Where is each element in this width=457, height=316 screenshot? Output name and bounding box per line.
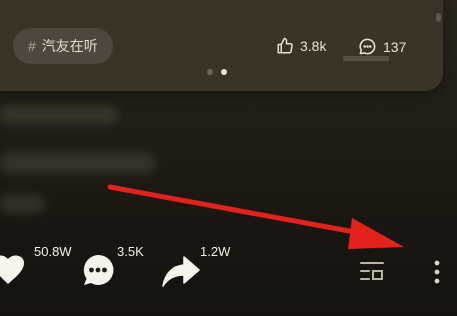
carousel-dot-active xyxy=(221,69,227,75)
blurred-text-line xyxy=(0,195,45,213)
heart-icon xyxy=(0,252,30,291)
chat-bubble-icon xyxy=(81,253,115,292)
video-feed-screen: # 汽友在听 3.8k 137 50.8W 3.5K 1.2W xyxy=(0,0,457,316)
faint-label xyxy=(343,56,389,61)
comment-count: 137 xyxy=(383,38,407,55)
more-button[interactable] xyxy=(431,258,443,291)
edge-indicator xyxy=(436,13,441,22)
comment-stat[interactable]: 137 xyxy=(358,37,406,56)
playlist-icon xyxy=(358,259,386,288)
share-arrow-icon xyxy=(162,255,200,292)
like-count: 3.8k xyxy=(300,38,327,54)
comment-bubble-icon xyxy=(358,37,377,56)
like-stat[interactable]: 3.8k xyxy=(276,37,326,55)
like-count-label: 50.8W xyxy=(34,244,72,259)
blurred-text-line xyxy=(0,153,155,173)
share-button[interactable] xyxy=(162,255,200,292)
topic-tag[interactable]: # 汽友在听 xyxy=(13,28,113,64)
post-info-card: # 汽友在听 3.8k 137 xyxy=(0,0,443,91)
hash-icon: # xyxy=(28,38,36,54)
carousel-dot xyxy=(207,69,213,75)
playlist-button[interactable] xyxy=(358,259,386,288)
comment-count-label: 3.5K xyxy=(117,244,144,259)
thumbs-up-icon xyxy=(276,37,294,55)
blurred-text-line xyxy=(0,106,118,124)
topic-label: 汽友在听 xyxy=(41,38,98,54)
like-button[interactable] xyxy=(0,252,30,291)
carousel-indicator xyxy=(207,69,227,75)
comment-button[interactable] xyxy=(81,253,115,292)
share-count-label: 1.2W xyxy=(200,244,231,259)
more-vertical-icon xyxy=(431,258,443,291)
